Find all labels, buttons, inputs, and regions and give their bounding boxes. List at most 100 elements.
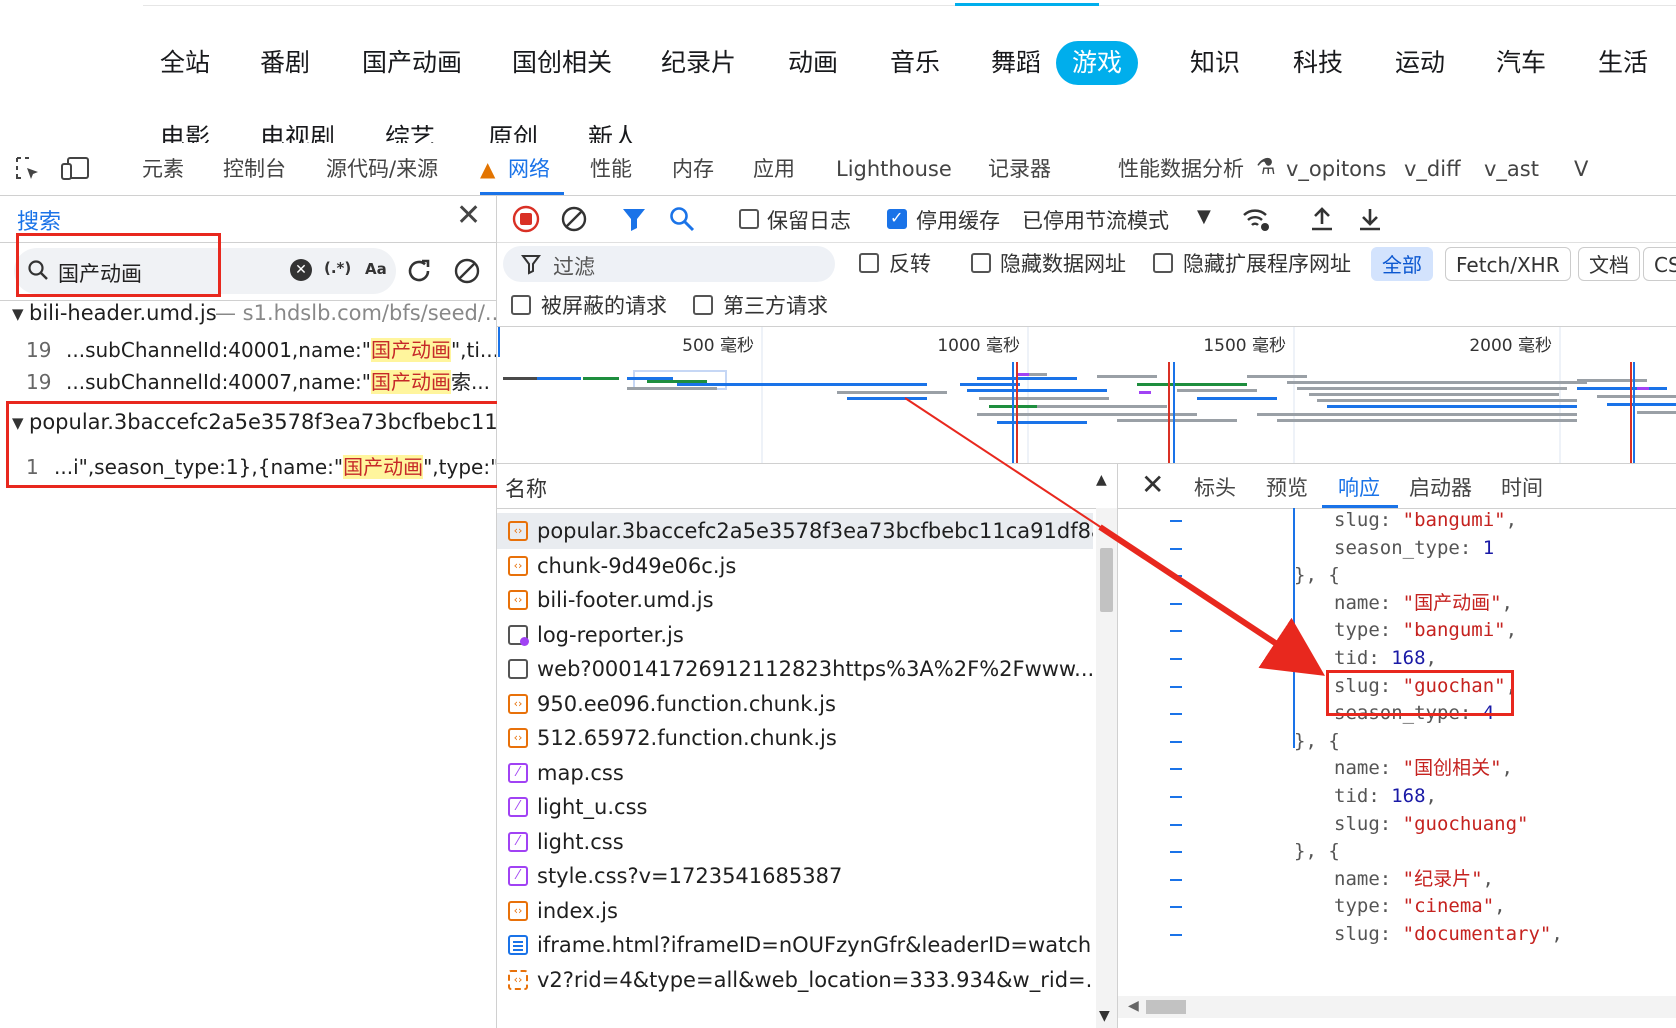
devtools-tab-7[interactable]: Lighthouse bbox=[836, 143, 952, 195]
inspect-element-icon[interactable] bbox=[14, 155, 42, 187]
scrollbar-thumb[interactable] bbox=[1100, 548, 1113, 612]
chevron-down-icon[interactable]: ▼ bbox=[1197, 206, 1211, 227]
request-row[interactable]: ⁄ light.css bbox=[497, 824, 1093, 860]
devtools-tab-13[interactable]: V bbox=[1574, 143, 1588, 195]
invert-checkbox[interactable] bbox=[859, 253, 879, 273]
site-nav-5[interactable]: 动画 bbox=[788, 43, 838, 83]
request-row[interactable]: ⁄ style.css?v=1723541685387 bbox=[497, 858, 1093, 894]
site-nav-row2-3[interactable]: 原创 bbox=[488, 118, 538, 143]
request-row[interactable]: ‹› index.js bbox=[497, 893, 1093, 929]
clear-results-icon[interactable] bbox=[452, 256, 482, 290]
clear-log-icon[interactable] bbox=[559, 204, 589, 234]
filter-funnel-icon[interactable] bbox=[619, 204, 649, 234]
devtools-tab-0[interactable]: 元素 bbox=[142, 143, 184, 195]
site-nav-row2-2[interactable]: 综艺 bbox=[385, 118, 435, 143]
third-party-checkbox[interactable] bbox=[693, 295, 713, 315]
upload-har-icon[interactable] bbox=[1307, 204, 1337, 234]
devtools-tab-1[interactable]: 控制台 bbox=[223, 143, 286, 195]
type-filter-all[interactable]: 全部 bbox=[1371, 247, 1433, 281]
request-row[interactable]: ‹› 950.ee096.function.chunk.js bbox=[497, 686, 1093, 722]
hide-data-urls-checkbox[interactable] bbox=[971, 253, 991, 273]
h-scrollbar-thumb[interactable] bbox=[1146, 1000, 1186, 1014]
site-nav-7[interactable]: 舞蹈 bbox=[991, 43, 1041, 83]
request-row[interactable]: ‹› v2?rid=4&type=all&web_location=333.934… bbox=[497, 962, 1093, 998]
type-filter-fetch-xhr[interactable]: Fetch/XHR bbox=[1445, 247, 1571, 281]
devtools-tab-4[interactable]: 性能 bbox=[590, 143, 632, 195]
record-stop-icon[interactable] bbox=[511, 204, 541, 234]
detail-tab-3[interactable]: 启动器 bbox=[1409, 472, 1472, 502]
detail-tab-1[interactable]: 预览 bbox=[1266, 472, 1308, 502]
expand-triangle-icon[interactable]: ▼ bbox=[12, 305, 24, 323]
detail-tab-4[interactable]: 时间 bbox=[1501, 472, 1543, 502]
download-har-icon[interactable] bbox=[1355, 204, 1385, 234]
devtools-tab-10[interactable]: v_opitons bbox=[1286, 143, 1386, 195]
request-row[interactable]: ‹› 512.65972.function.chunk.js bbox=[497, 720, 1093, 756]
scroll-down-icon[interactable]: ▼ bbox=[1099, 1008, 1110, 1024]
blocked-requests-checkbox[interactable] bbox=[511, 295, 531, 315]
request-row[interactable]: log-reporter.js bbox=[497, 617, 1093, 653]
site-nav-0[interactable]: 全站 bbox=[160, 43, 210, 83]
request-row[interactable]: iframe.html?iframeID=nOUFzynGfr&leaderID… bbox=[497, 927, 1093, 963]
request-row[interactable]: ‹› chunk-9d49e06c.js bbox=[497, 548, 1093, 584]
request-name: map.css bbox=[537, 760, 624, 785]
site-nav-12[interactable]: 汽车 bbox=[1496, 43, 1546, 83]
devtools-tab-3[interactable]: 网络 bbox=[480, 143, 564, 195]
search-panel-title: 搜索 bbox=[17, 210, 62, 235]
site-nav-row2-4[interactable]: 新人 bbox=[588, 118, 638, 143]
site-nav-6[interactable]: 音乐 bbox=[890, 43, 940, 83]
name-column-header[interactable]: 名称 bbox=[505, 473, 547, 503]
code-colon: : bbox=[1379, 923, 1403, 945]
detail-tab-2[interactable]: 响应 bbox=[1338, 472, 1380, 502]
site-nav-10[interactable]: 科技 bbox=[1293, 43, 1343, 83]
request-row[interactable]: ⁄ light_u.css bbox=[497, 789, 1093, 825]
site-nav-row2-0[interactable]: 电影 bbox=[160, 118, 210, 143]
close-search-icon[interactable]: ✕ bbox=[456, 198, 481, 233]
devtools-tab-8[interactable]: 记录器 bbox=[988, 143, 1051, 195]
scroll-left-icon[interactable]: ◀ bbox=[1128, 998, 1139, 1014]
network-conditions-icon[interactable] bbox=[1241, 204, 1271, 234]
devtools-tab-2[interactable]: 源代码/来源 bbox=[326, 143, 438, 195]
site-nav-3[interactable]: 国创相关 bbox=[512, 43, 612, 83]
request-row[interactable]: ‹› bili-footer.umd.js bbox=[497, 582, 1093, 618]
clear-search-icon[interactable]: ✕ bbox=[290, 259, 312, 281]
request-row[interactable]: web?000141726912112823https%3A%2F%2Fwww.… bbox=[497, 651, 1093, 687]
throttling-select[interactable]: 已停用节流模式 bbox=[1022, 205, 1169, 235]
hide-extension-urls-checkbox[interactable] bbox=[1153, 253, 1173, 273]
devtools-tab-9[interactable]: 性能数据分析 bbox=[1118, 143, 1244, 195]
disable-cache-checkbox[interactable] bbox=[887, 208, 907, 229]
search-result-line[interactable]: 19 ...subChannelId:40001,name:"国产动画",ti..… bbox=[0, 334, 496, 366]
devtools-tab-6[interactable]: 应用 bbox=[753, 143, 795, 195]
filter-input[interactable]: 过滤 bbox=[503, 246, 835, 282]
sort-up-icon[interactable]: ▲ bbox=[1096, 472, 1107, 488]
detail-tab-0[interactable]: 标头 bbox=[1194, 472, 1236, 502]
timeline-overview[interactable]: 500 毫秒 1000 毫秒 1500 毫秒 2000 毫秒 bbox=[497, 327, 1676, 463]
site-nav-11[interactable]: 运动 bbox=[1395, 43, 1445, 83]
response-h-scrollbar[interactable]: ◀ bbox=[1118, 996, 1676, 1018]
type-filter-doc[interactable]: 文档 bbox=[1578, 247, 1640, 281]
preserve-log-checkbox[interactable] bbox=[739, 209, 759, 229]
devtools-tab-5[interactable]: 内存 bbox=[672, 143, 714, 195]
request-row[interactable]: ‹› popular.3baccefc2a5e3578f3ea73bcfbebc1… bbox=[497, 513, 1093, 549]
request-row[interactable]: ⁄ map.css bbox=[497, 755, 1093, 791]
match-case-toggle[interactable]: Aa bbox=[365, 260, 387, 278]
close-detail-icon[interactable]: ✕ bbox=[1141, 468, 1164, 501]
site-nav-4[interactable]: 纪录片 bbox=[661, 43, 736, 83]
refresh-icon[interactable] bbox=[404, 256, 434, 290]
type-filter-css[interactable]: CS bbox=[1643, 247, 1676, 281]
site-nav-2[interactable]: 国产动画 bbox=[362, 43, 462, 83]
site-nav-row2-1[interactable]: 电视剧 bbox=[260, 118, 335, 143]
search-result-file[interactable]: ▼ bili-header.umd.js — s1.hdslb.com/bfs/se… bbox=[0, 301, 496, 333]
device-toolbar-icon[interactable] bbox=[60, 155, 90, 187]
devtools-tab-12[interactable]: v_ast bbox=[1484, 143, 1539, 195]
site-nav-13[interactable]: 生活 bbox=[1598, 43, 1648, 83]
regex-toggle[interactable]: (.*) bbox=[324, 259, 351, 277]
search-result-line[interactable]: 19 ...subChannelId:40007,name:"国产动画索... bbox=[0, 366, 496, 398]
search-network-icon[interactable] bbox=[667, 204, 697, 234]
request-list-scrollbar[interactable]: ▼ bbox=[1096, 508, 1117, 1028]
site-nav-1[interactable]: 番剧 bbox=[260, 43, 310, 83]
site-nav-9[interactable]: 知识 bbox=[1190, 43, 1240, 83]
css-file-icon: ⁄ bbox=[508, 797, 528, 817]
site-nav-8[interactable]: 游戏 bbox=[1056, 41, 1139, 85]
devtools-tab-11[interactable]: v_diff bbox=[1404, 143, 1461, 195]
line-post: ",ti... bbox=[450, 338, 496, 362]
